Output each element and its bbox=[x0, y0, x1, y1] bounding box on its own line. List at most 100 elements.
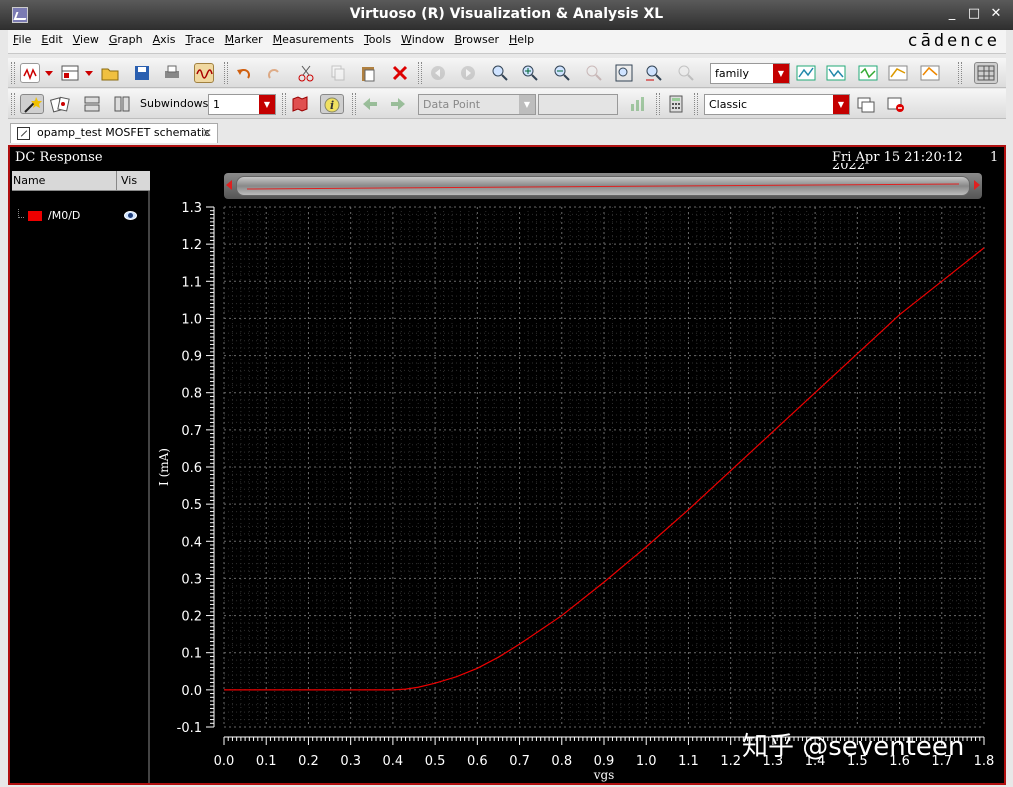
svg-text:i: i bbox=[330, 99, 334, 112]
menu-marker[interactable]: Marker bbox=[220, 30, 268, 50]
tab-strip: opamp_test MOSFET schematic ✕ bbox=[8, 121, 1006, 145]
menu-axis[interactable]: Axis bbox=[148, 30, 181, 50]
copy-icon[interactable] bbox=[328, 63, 348, 83]
legend-col-vis[interactable]: Vis bbox=[116, 171, 141, 191]
maximize-button[interactable]: □ bbox=[966, 6, 982, 22]
side-by-side-icon[interactable] bbox=[112, 94, 132, 114]
menu-view[interactable]: View bbox=[68, 30, 104, 50]
family-plot-2-icon[interactable] bbox=[826, 63, 846, 83]
window-list-icon[interactable] bbox=[856, 94, 876, 114]
forward-icon[interactable] bbox=[458, 63, 478, 83]
bar-chart-icon[interactable] bbox=[628, 94, 648, 114]
remove-window-icon[interactable] bbox=[886, 94, 906, 114]
tab-schematic[interactable]: opamp_test MOSFET schematic ✕ bbox=[10, 123, 218, 143]
previous-point-icon[interactable] bbox=[360, 94, 380, 114]
subwindow-icon[interactable] bbox=[60, 63, 80, 83]
menu-window[interactable]: Window bbox=[396, 30, 449, 50]
waveform-icon[interactable] bbox=[194, 63, 214, 83]
main-window: Virtuoso (R) Visualization & Analysis XL… bbox=[0, 0, 1013, 787]
calculator-icon[interactable] bbox=[666, 94, 686, 114]
y-tick-label: 1.0 bbox=[181, 312, 202, 327]
subwindow-dropdown-icon[interactable] bbox=[84, 63, 94, 83]
main-toolbar: family ▼ bbox=[8, 58, 1006, 88]
chevron-down-icon: ▼ bbox=[833, 95, 849, 114]
axes: -0.1 0.0 0.1 0.2 0.3 0.4 0.5 0.6 0.7 0.8 0.9 1.0 1.1… bbox=[177, 201, 995, 769]
save-icon[interactable] bbox=[132, 63, 152, 83]
delete-icon[interactable] bbox=[390, 63, 410, 83]
watermark: 知乎 @seventeen bbox=[742, 732, 964, 762]
x-tick-label: 1.1 bbox=[678, 754, 699, 769]
menu-browser[interactable]: Browser bbox=[449, 30, 504, 50]
menu-tools[interactable]: Tools bbox=[359, 30, 396, 50]
toolbar-grip bbox=[282, 93, 286, 115]
new-window-dropdown-icon[interactable] bbox=[44, 63, 54, 83]
data-point-value: Data Point bbox=[423, 98, 481, 111]
menu-measurements[interactable]: Measurements bbox=[268, 30, 359, 50]
new-window-icon[interactable] bbox=[20, 63, 40, 83]
map-icon[interactable] bbox=[290, 94, 310, 114]
x-tick-label: 0.8 bbox=[551, 754, 572, 769]
redo-icon[interactable] bbox=[264, 63, 284, 83]
print-icon[interactable] bbox=[162, 63, 182, 83]
stack-subwindows-icon[interactable] bbox=[82, 94, 102, 114]
zoom-icon[interactable] bbox=[490, 63, 510, 83]
menu-help[interactable]: Help bbox=[504, 30, 539, 50]
family-plot-4-icon[interactable] bbox=[888, 63, 908, 83]
tab-label: opamp_test MOSFET schematic bbox=[37, 126, 211, 139]
x-axis-label: vgs bbox=[593, 768, 615, 782]
visibility-eye-icon[interactable] bbox=[124, 211, 137, 220]
grid-icon[interactable] bbox=[974, 62, 998, 84]
style-combo[interactable]: Classic ▼ bbox=[704, 94, 850, 115]
trace-color-swatch bbox=[28, 211, 42, 221]
grid bbox=[223, 206, 985, 728]
x-tick-label: 0.5 bbox=[425, 754, 446, 769]
zoom-out-icon[interactable] bbox=[552, 63, 572, 83]
next-point-icon[interactable] bbox=[388, 94, 408, 114]
family-combo[interactable]: family ▼ bbox=[710, 63, 790, 84]
family-plot-3-icon[interactable] bbox=[858, 63, 878, 83]
schematic-icon bbox=[17, 127, 30, 140]
zoom-y-icon[interactable] bbox=[644, 63, 664, 83]
legend-trace-row[interactable]: /M0/D bbox=[18, 209, 146, 225]
close-tab-icon[interactable]: ✕ bbox=[202, 124, 212, 142]
menu-graph[interactable]: Graph bbox=[104, 30, 148, 50]
family-plot-icon[interactable] bbox=[796, 63, 816, 83]
x-tick-label: 1.8 bbox=[974, 754, 995, 769]
cards-icon[interactable] bbox=[49, 94, 70, 114]
x-tick-label: 0.9 bbox=[594, 754, 615, 769]
close-button[interactable]: ✕ bbox=[988, 6, 1004, 22]
dc-response-graph[interactable]: -0.1 0.0 0.1 0.2 0.3 0.4 0.5 0.6 0.7 0.8 0.9 1.0 1.1… bbox=[150, 147, 1004, 783]
x-tick-label: 0.0 bbox=[214, 754, 235, 769]
menu-trace[interactable]: Trace bbox=[180, 30, 219, 50]
family-plot-5-icon[interactable] bbox=[920, 63, 940, 83]
toolbar-grip bbox=[11, 93, 15, 115]
x-tick-label: 0.2 bbox=[298, 754, 319, 769]
cut-icon[interactable] bbox=[296, 63, 316, 83]
y-tick-label: 0.8 bbox=[181, 387, 202, 402]
y-tick-label: -0.1 bbox=[177, 721, 202, 736]
undo-icon[interactable] bbox=[234, 63, 254, 83]
menu-file[interactable]: File bbox=[8, 30, 36, 50]
subwindows-combo[interactable]: 1 ▼ bbox=[208, 94, 276, 115]
x-tick-label: 0.3 bbox=[340, 754, 361, 769]
toolbar-grip bbox=[352, 93, 356, 115]
subwindows-value: 1 bbox=[213, 98, 220, 111]
select-wand-icon[interactable] bbox=[20, 94, 44, 114]
fit-icon[interactable] bbox=[614, 63, 634, 83]
subwindows-label: Subwindows: bbox=[140, 97, 213, 110]
zoom-x-icon[interactable] bbox=[584, 63, 604, 83]
legend-col-name[interactable]: Name bbox=[13, 174, 45, 187]
legend-header: Name Vis bbox=[12, 171, 150, 191]
zoom-reset-icon[interactable] bbox=[676, 63, 696, 83]
paste-icon[interactable] bbox=[358, 63, 378, 83]
toolbar-grip bbox=[694, 93, 698, 115]
data-point-combo[interactable]: Data Point ▼ bbox=[418, 94, 536, 115]
minimize-button[interactable]: _ bbox=[944, 6, 960, 22]
data-point-field[interactable] bbox=[538, 94, 618, 115]
back-icon[interactable] bbox=[428, 63, 448, 83]
open-folder-icon[interactable] bbox=[100, 63, 120, 83]
info-icon[interactable]: i bbox=[320, 94, 344, 114]
menu-edit[interactable]: Edit bbox=[36, 30, 67, 50]
zoom-in-icon[interactable] bbox=[520, 63, 540, 83]
y-tick-label: 0.9 bbox=[181, 350, 202, 365]
